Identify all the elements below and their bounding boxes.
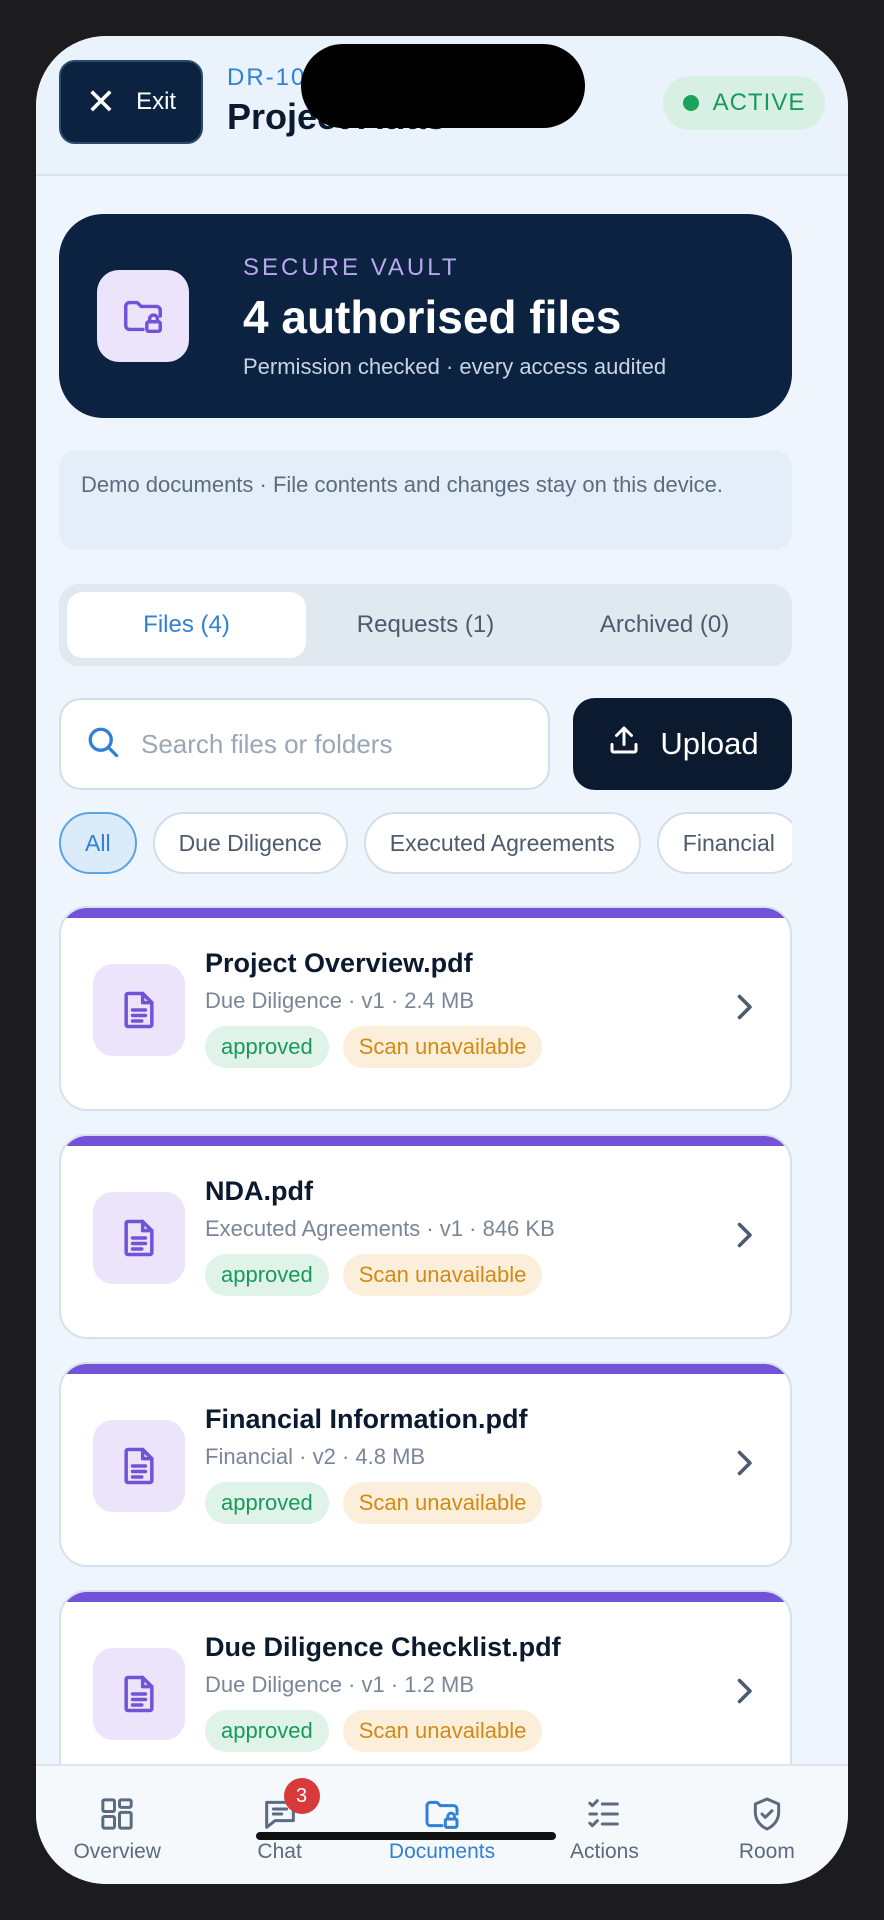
room-id: DR-10 [227,64,307,91]
chevron-right-icon [737,1678,752,1704]
card-accent [61,908,790,918]
secure-vault-card: SECURE VAULT 4 authorised files Permissi… [59,214,792,418]
file-meta: Due Diligence · v1 · 2.4 MB [205,988,474,1013]
tab-archived[interactable]: Archived (0) [545,592,784,658]
screen: ✕ Exit DR-10 Project Atlas ACTIVE SEC [36,36,848,1884]
upload-label: Upload [660,726,759,761]
file-name: NDA.pdf [205,1176,313,1206]
document-tabs: Files (4) Requests (1) Archived (0) [59,584,792,666]
vault-kicker: SECURE VAULT [243,254,460,281]
document-icon [93,1192,185,1284]
nav-label: Chat [257,1840,302,1863]
status-label: ACTIVE [712,89,806,116]
filter-chip-financial[interactable]: Financial [656,812,792,874]
folder-lock-icon [425,1800,459,1829]
unread-count-badge: 3 [283,1778,320,1814]
filter-chip-due-diligence[interactable]: Due Diligence [152,812,348,874]
document-icon [93,1648,185,1740]
phone-frame: ✕ Exit DR-10 Project Atlas ACTIVE SEC [0,0,884,1920]
upload-icon [606,722,642,766]
nav-label: Overview [73,1840,161,1863]
nav-chat[interactable]: 3 Chat [198,1766,360,1884]
exit-label: Exit [136,88,177,115]
filter-chip-all[interactable]: All [59,812,137,874]
tab-requests[interactable]: Requests (1) [306,592,545,658]
approval-badge: approved [205,1482,329,1524]
file-card[interactable]: Financial Information.pdf Financial · v2… [59,1362,792,1567]
chevron-right-icon [737,1222,752,1248]
status-badge: ACTIVE [663,76,825,130]
card-accent [61,1136,790,1146]
search-icon [85,724,121,765]
camera-island [301,44,585,128]
nav-room[interactable]: Room [686,1766,848,1884]
shield-check-icon [753,1797,780,1831]
file-meta: Executed Agreements · v1 · 846 KB [205,1216,555,1241]
file-card[interactable]: NDA.pdf Executed Agreements · v1 · 846 K… [59,1134,792,1339]
file-meta: Financial · v2 · 4.8 MB [205,1444,426,1469]
file-badges: approved Scan unavailable [205,1026,543,1068]
search-input[interactable] [141,728,501,760]
file-badges: approved Scan unavailable [205,1710,543,1752]
scan-badge: Scan unavailable [342,1254,543,1296]
file-meta: Due Diligence · v1 · 1.2 MB [205,1672,474,1697]
card-accent [61,1592,790,1602]
upload-button[interactable]: Upload [573,698,792,790]
approval-badge: approved [205,1254,329,1296]
file-badges: approved Scan unavailable [205,1482,543,1524]
file-card[interactable]: Project Overview.pdf Due Diligence · v1 … [59,906,792,1111]
demo-notice: Demo documents · File contents and chang… [59,450,792,550]
file-name: Due Diligence Checklist.pdf [205,1632,561,1662]
chevron-right-icon [737,1450,752,1476]
search-box[interactable] [59,698,550,790]
filter-chips: All Due Diligence Executed Agreements Fi… [59,812,792,878]
status-dot-icon [682,95,699,111]
vault-subtitle: Permission checked · every access audite… [243,354,667,379]
approval-badge: approved [205,1026,329,1068]
checklist-icon [588,1799,620,1828]
file-name: Financial Information.pdf [205,1404,528,1434]
vault-title: 4 authorised files [243,291,622,343]
nav-actions[interactable]: Actions [523,1766,685,1884]
filter-chip-executed-agreements[interactable]: Executed Agreements [363,812,641,874]
nav-documents[interactable]: Documents [361,1766,523,1884]
bottom-nav: Overview 3 Chat Documents Actions Room [36,1764,848,1884]
file-name: Project Overview.pdf [205,948,473,978]
home-indicator [256,1832,556,1840]
nav-label: Documents [388,1840,496,1863]
scan-badge: Scan unavailable [342,1026,543,1068]
chevron-right-icon [737,994,752,1020]
nav-label: Room [738,1840,795,1863]
folder-lock-icon [97,270,189,362]
card-accent [61,1364,790,1374]
room-header: ✕ Exit DR-10 Project Atlas ACTIVE [36,36,848,176]
file-badges: approved Scan unavailable [205,1254,543,1296]
scan-badge: Scan unavailable [342,1710,543,1752]
scan-badge: Scan unavailable [342,1482,543,1524]
exit-button[interactable]: ✕ Exit [59,60,203,144]
grid-icon [101,1798,133,1830]
document-icon [93,1420,185,1512]
nav-overview[interactable]: Overview [36,1766,198,1884]
document-icon [93,964,185,1056]
nav-label: Actions [569,1840,639,1863]
close-icon: ✕ [85,81,117,122]
tab-files[interactable]: Files (4) [67,592,306,658]
approval-badge: approved [205,1710,329,1752]
